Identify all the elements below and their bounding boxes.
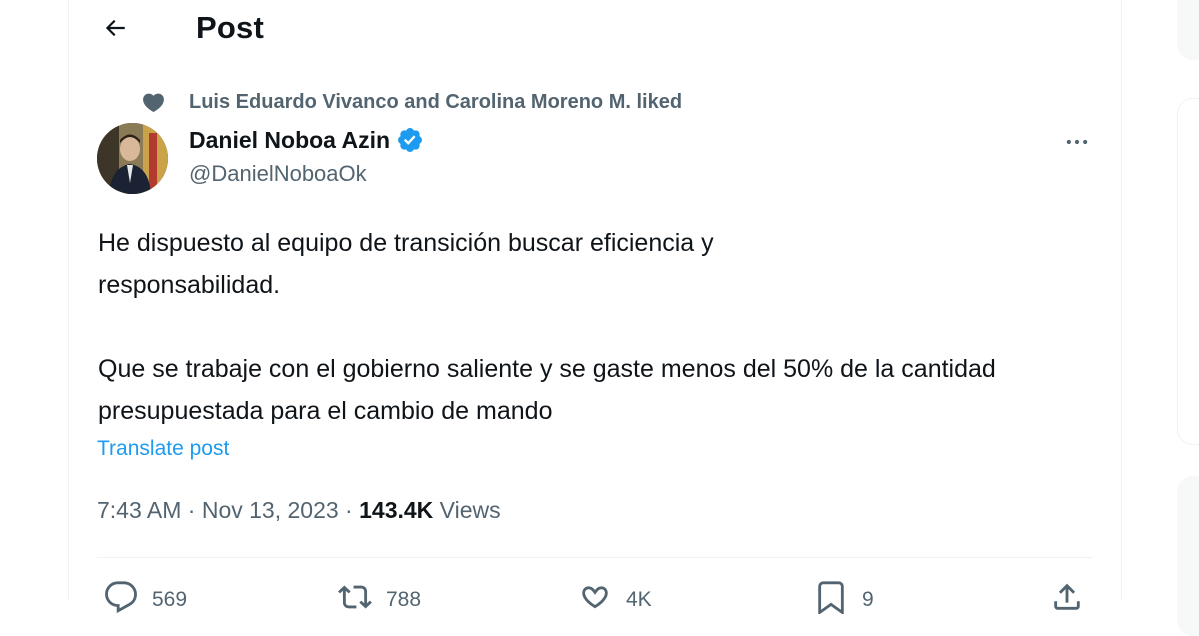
social-context-text[interactable]: Luis Eduardo Vivanco and Carolina Moreno… xyxy=(189,91,682,114)
repost-count: 788 xyxy=(386,588,422,611)
like-count: 4K xyxy=(626,588,652,611)
tweet-date[interactable]: Nov 13, 2023 xyxy=(202,497,339,524)
arrow-left-icon xyxy=(105,19,125,37)
tweet-paragraph-2: Que se trabaje con el gobierno saliente … xyxy=(98,355,996,425)
divider xyxy=(97,557,1093,558)
avatar-photo xyxy=(97,123,168,194)
meta-separator: · xyxy=(338,497,360,523)
meta-separator: · xyxy=(181,497,202,523)
tweet-meta: 7:43 AM · Nov 13, 2023 · 143.4K Views xyxy=(97,497,501,524)
page-title: Post xyxy=(196,10,264,45)
reply-button[interactable]: 569 xyxy=(104,580,187,614)
tweet-text: He dispuesto al equipo de transición bus… xyxy=(98,222,1098,432)
avatar[interactable] xyxy=(97,123,168,194)
share-button[interactable] xyxy=(1050,580,1084,614)
sidebar-card-edge xyxy=(1177,98,1199,445)
sidebar-card-edge xyxy=(1177,476,1199,636)
bookmark-count: 9 xyxy=(862,588,874,611)
column-left-border xyxy=(68,0,69,600)
heart-outline-icon xyxy=(582,586,608,609)
author-handle[interactable]: @DanielNoboaOk xyxy=(189,161,367,187)
heart-icon xyxy=(143,93,164,112)
more-options-button[interactable] xyxy=(1057,124,1097,160)
author-name[interactable]: Daniel Noboa Azin xyxy=(189,126,424,154)
translate-post-link[interactable]: Translate post xyxy=(97,437,229,461)
social-context: Luis Eduardo Vivanco and Carolina Moreno… xyxy=(141,89,682,115)
views-count: 143.4K xyxy=(359,497,434,523)
bookmark-button[interactable]: 9 xyxy=(814,580,874,614)
search-box-edge[interactable] xyxy=(1177,0,1199,60)
author-name-text: Daniel Noboa Azin xyxy=(189,126,391,153)
repost-icon xyxy=(338,585,372,609)
repost-button[interactable]: 788 xyxy=(338,580,421,614)
more-horizontal-icon xyxy=(1066,139,1088,145)
back-button[interactable] xyxy=(92,7,138,49)
verified-badge-icon xyxy=(398,128,423,152)
reply-icon xyxy=(105,581,137,614)
like-button[interactable]: 4K xyxy=(578,580,652,614)
bookmark-icon xyxy=(818,581,844,614)
column-right-border xyxy=(1121,0,1122,600)
reply-count: 569 xyxy=(152,588,188,611)
views-label: Views xyxy=(433,497,501,523)
tweet-time[interactable]: 7:43 AM xyxy=(97,497,181,524)
tweet-paragraph-1: He dispuesto al equipo de transición bus… xyxy=(98,229,714,299)
share-icon xyxy=(1054,583,1080,610)
